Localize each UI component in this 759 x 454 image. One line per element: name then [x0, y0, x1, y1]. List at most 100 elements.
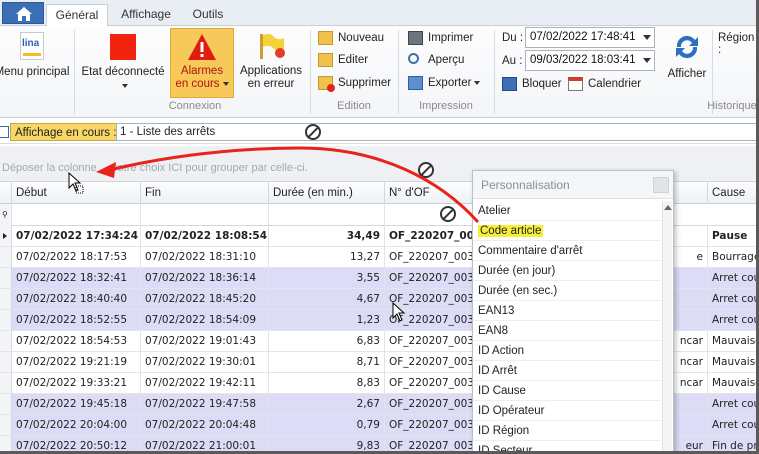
- supprimer-label: Supprimer: [338, 77, 392, 89]
- column-header-duree[interactable]: Durée (en min.): [269, 182, 385, 204]
- afficher-button[interactable]: Afficher: [660, 28, 714, 81]
- cell-debut: 07/02/2022 19:33:21: [12, 373, 141, 394]
- column-header-fin[interactable]: Fin: [141, 182, 269, 204]
- affichage-en-cours-value[interactable]: 1 - Liste des arrêts: [116, 123, 756, 141]
- scroll-up-icon[interactable]: [664, 205, 672, 210]
- edit-icon: [318, 53, 333, 67]
- au-date-field[interactable]: 09/03/2022 18:03:41: [525, 50, 655, 71]
- mouse-cursor-icon: [392, 302, 406, 322]
- chevron-down-icon[interactable]: [643, 35, 651, 40]
- nouveau-button[interactable]: Nouveau: [316, 28, 384, 48]
- column-chooser-item-label: ID Région: [478, 425, 530, 437]
- row-indicator[interactable]: [0, 310, 12, 330]
- column-chooser-item[interactable]: Atelier: [473, 201, 661, 221]
- apercu-label: Aperçu: [428, 54, 465, 66]
- filter-indicator: ⚲: [0, 204, 12, 226]
- cell-cause: Mauvaise: [708, 373, 756, 394]
- au-date-value: 09/03/2022 18:03:41: [530, 54, 636, 66]
- tab-affichage[interactable]: Affichage: [114, 4, 178, 26]
- column-chooser-item[interactable]: ID Cause: [473, 381, 661, 401]
- au-label: Au :: [502, 55, 523, 67]
- du-date-value: 07/02/2022 17:48:41: [530, 31, 636, 43]
- menu-principal-button[interactable]: lina Menu principal: [0, 28, 74, 79]
- cell-cause: Mauvaise: [708, 352, 756, 373]
- column-chooser-item[interactable]: Durée (en sec.): [473, 281, 661, 301]
- imprimer-label: Imprimer: [428, 32, 474, 44]
- group-label-edition: Edition: [337, 100, 371, 112]
- column-chooser-item[interactable]: Code article: [473, 221, 661, 241]
- cell-duree: 4,67: [269, 289, 385, 310]
- popup-title: Personnalisation: [473, 171, 673, 199]
- cell-debut: 07/02/2022 20:04:00: [12, 415, 141, 436]
- row-indicator[interactable]: [0, 226, 12, 246]
- column-header-of[interactable]: N° d'OF: [385, 182, 475, 204]
- column-chooser-item-label: ID Opérateur: [478, 405, 545, 417]
- row-indicator[interactable]: [0, 247, 12, 267]
- column-chooser-item[interactable]: ID Secteur: [473, 441, 661, 451]
- cell-duree: 8,71: [269, 352, 385, 373]
- row-indicator[interactable]: [0, 268, 12, 288]
- cell-cause: Arret cour: [708, 268, 756, 289]
- applications-en-erreur-button[interactable]: Applications en erreur: [238, 28, 304, 91]
- row-indicator[interactable]: [0, 373, 12, 393]
- column-chooser-item[interactable]: ID Arrêt: [473, 361, 661, 381]
- cell-fin: 07/02/2022 19:47:58: [141, 394, 269, 415]
- column-chooser-item[interactable]: Durée (en jour): [473, 261, 661, 281]
- row-indicator[interactable]: [0, 415, 12, 435]
- filter-cell-duree[interactable]: [269, 204, 385, 226]
- column-chooser-item[interactable]: Commentaire d'arrêt: [473, 241, 661, 261]
- filter-cell-of[interactable]: [385, 204, 475, 226]
- chevron-down-icon[interactable]: [643, 58, 651, 63]
- filter-cell-cause[interactable]: [708, 204, 756, 226]
- editer-label: Editer: [338, 54, 369, 66]
- column-header-cause[interactable]: Cause: [708, 182, 756, 204]
- applications-label-2: en erreur: [247, 78, 295, 90]
- alarmes-label-2: en cours: [175, 78, 220, 90]
- cell-cause: Arret cour: [708, 415, 756, 436]
- apercu-button[interactable]: Aperçu: [406, 50, 464, 70]
- bloquer-button[interactable]: Bloquer: [500, 74, 562, 94]
- exporter-button[interactable]: Exporter: [406, 73, 481, 93]
- row-indicator[interactable]: [0, 331, 12, 351]
- column-chooser-item[interactable]: EAN8: [473, 321, 661, 341]
- supprimer-button[interactable]: Supprimer: [316, 73, 391, 93]
- calendrier-button[interactable]: Calendrier: [566, 74, 641, 94]
- scrollbar[interactable]: [662, 201, 672, 451]
- cell-debut: 07/02/2022 18:40:40: [12, 289, 141, 310]
- calendrier-label: Calendrier: [588, 78, 642, 90]
- du-date-field[interactable]: 07/02/2022 17:48:41: [525, 27, 655, 48]
- calendar-icon: [568, 77, 583, 91]
- cell-debut: 07/02/2022 18:52:55: [12, 310, 141, 331]
- cell-duree: 3,55: [269, 268, 385, 289]
- etat-deconnecte-label: Etat déconnecté: [81, 66, 165, 78]
- column-chooser-item[interactable]: EAN13: [473, 301, 661, 321]
- home-button[interactable]: [2, 2, 44, 24]
- export-icon: [408, 76, 423, 90]
- cell-fin: 07/02/2022 18:08:54: [141, 226, 269, 247]
- row-indicator[interactable]: [0, 436, 12, 451]
- alarmes-label-1: Alarmes: [180, 65, 224, 77]
- row-indicator[interactable]: [0, 394, 12, 414]
- column-chooser-item[interactable]: ID Région: [473, 421, 661, 441]
- tab-general[interactable]: Général: [46, 4, 108, 26]
- column-chooser-item[interactable]: ID Action: [473, 341, 661, 361]
- row-indicator[interactable]: [0, 289, 12, 309]
- cell-cause: Arret cour: [708, 394, 756, 415]
- etat-deconnecte-button[interactable]: Etat déconnecté: [80, 28, 166, 93]
- cell-fin: 07/02/2022 18:54:09: [141, 310, 269, 331]
- filter-cell-debut[interactable]: [12, 204, 141, 226]
- nouveau-label: Nouveau: [338, 32, 385, 44]
- cell-duree: 34,49: [269, 226, 385, 247]
- column-chooser-item[interactable]: ID Opérateur: [473, 401, 661, 421]
- new-folder-icon: [318, 31, 333, 45]
- cell-fin: 07/02/2022 19:42:11: [141, 373, 269, 394]
- row-indicator[interactable]: [0, 352, 12, 372]
- column-chooser-popup: Personnalisation Atelier Code article Comm…: [472, 170, 674, 451]
- alarmes-en-cours-button[interactable]: Alarmes en cours: [170, 28, 234, 98]
- tab-outils[interactable]: Outils: [186, 4, 230, 26]
- close-icon[interactable]: [653, 177, 669, 193]
- imprimer-button[interactable]: Imprimer: [406, 28, 473, 48]
- editer-button[interactable]: Editer: [316, 50, 368, 70]
- bus-icon: [502, 77, 517, 91]
- filter-cell-fin[interactable]: [141, 204, 269, 226]
